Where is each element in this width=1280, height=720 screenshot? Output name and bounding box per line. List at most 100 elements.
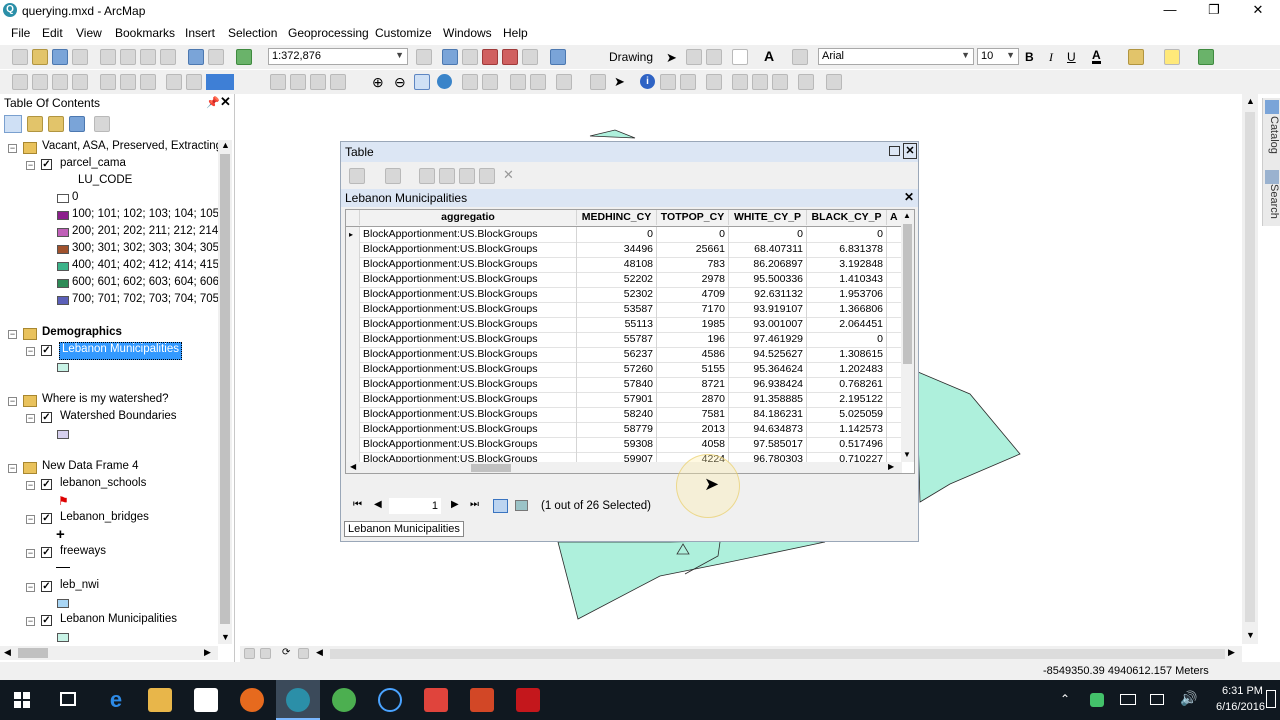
close-tab-icon[interactable]: ✕ [904,190,914,204]
show-all-records-icon[interactable] [493,499,508,513]
table-cell[interactable]: 2.064451 [807,317,887,332]
collapse-icon[interactable]: − [26,515,35,524]
font-combo[interactable]: Arial ▼ [818,48,974,65]
rotate-icon[interactable] [686,49,702,65]
layer-visibility-checkbox[interactable]: ✓ [41,345,52,356]
layer-visibility-checkbox[interactable]: ✓ [41,615,52,626]
acrobat-icon[interactable] [516,688,540,712]
minimize-button[interactable]: — [1148,0,1192,22]
layer-lebanon-municipalities[interactable]: Lebanon Municipalities [60,613,177,629]
clear-selection-icon[interactable] [459,168,475,184]
toc-horizontal-scrollbar[interactable]: ◀ ▶ [0,646,218,660]
layer-visibility-checkbox[interactable]: ✓ [41,159,52,170]
table-cell[interactable]: 68.407311 [729,242,807,257]
bold-button[interactable]: B [1025,50,1034,64]
table-cell[interactable]: 2.195122 [807,392,887,407]
table-cell[interactable]: 48108 [577,257,657,272]
table-tab-lebanon[interactable]: Lebanon Municipalities [344,521,464,537]
table-cell[interactable]: 1.308615 [807,347,887,362]
table-cell[interactable]: 96.938424 [729,377,807,392]
new-text-icon[interactable]: A [764,48,774,64]
pause-drawing-icon[interactable] [298,648,309,659]
table-cell[interactable]: 2013 [657,422,729,437]
table-cell[interactable]: 783 [657,257,729,272]
catalog-tab[interactable]: Catalog [1264,116,1280,166]
switch-selection-icon[interactable] [439,168,455,184]
layer-lebanon-municipalities-selected[interactable]: Lebanon Municipalities [59,342,182,360]
data-frame-watershed[interactable]: Where is my watershed? [42,393,169,409]
layer-parcel-cama[interactable]: parcel_cama [60,157,126,173]
next-record-icon[interactable]: ▶ [451,499,459,510]
row-selector[interactable] [346,272,360,287]
table-options-icon[interactable] [349,168,365,184]
table-row[interactable]: BlockApportionment:US.BlockGroups 59308 40… [346,437,902,453]
data-frame-demographics[interactable]: Demographics [42,326,122,342]
table-cell[interactable]: 7170 [657,302,729,317]
straight-segment-icon[interactable] [72,74,88,90]
viewer-window-icon[interactable] [826,74,842,90]
table-cell[interactable]: 1985 [657,317,729,332]
action-center-icon[interactable] [1266,690,1276,708]
table-row[interactable]: BlockApportionment:US.BlockGroups 56237 45… [346,347,902,363]
list-by-visibility-icon[interactable] [48,116,64,132]
table-cell[interactable]: 34496 [577,242,657,257]
table-cell[interactable]: 4586 [657,347,729,362]
save-icon[interactable] [52,49,68,65]
scroll-up-icon[interactable]: ▲ [1246,96,1255,106]
drawing-menu[interactable]: Drawing [609,50,653,64]
delete-icon[interactable] [160,49,176,65]
store-icon[interactable] [194,688,218,712]
layer-visibility-checkbox[interactable]: ✓ [41,479,52,490]
measure-icon[interactable] [706,74,722,90]
battery-icon[interactable] [1120,694,1136,705]
line-color-icon[interactable] [1164,49,1180,65]
layer-select-icon[interactable] [186,74,202,90]
table-cell[interactable]: BlockApportionment:US.BlockGroups [360,407,577,422]
table-cell[interactable]: BlockApportionment:US.BlockGroups [360,362,577,377]
data-frame-vacant[interactable]: Vacant, ASA, Preserved, Extracting [42,140,222,156]
search-window-icon[interactable] [482,49,498,65]
scroll-down-icon[interactable]: ▼ [1246,630,1255,640]
undo-icon[interactable] [188,49,204,65]
table-cell[interactable]: 4709 [657,287,729,302]
table-cell[interactable]: 0 [657,227,729,242]
table-cell[interactable]: 1.142573 [807,422,887,437]
scroll-left-icon[interactable]: ◀ [4,647,11,658]
table-cell[interactable]: 25661 [657,242,729,257]
editor-icon[interactable] [12,74,28,90]
table-row[interactable]: BlockApportionment:US.BlockGroups 55787 19… [346,332,902,348]
layer-visibility-checkbox[interactable]: ✓ [41,581,52,592]
underline-button[interactable]: U [1067,50,1076,64]
table-row[interactable]: BlockApportionment:US.BlockGroups 58779 20… [346,422,902,438]
rectangle-icon[interactable] [732,49,748,65]
select-by-attributes-icon[interactable] [419,168,435,184]
table-cell[interactable]: BlockApportionment:US.BlockGroups [360,422,577,437]
column-header[interactable]: BLACK_CY_P [807,210,887,225]
arctoolbox-icon[interactable] [502,49,518,65]
table-cell[interactable]: 91.358885 [729,392,807,407]
table-cell[interactable]: 92.631132 [729,287,807,302]
scroll-thumb[interactable] [220,154,230,624]
table-cell[interactable]: 97.461929 [729,332,807,347]
scroll-thumb[interactable] [330,649,1225,659]
marker-color-icon[interactable] [1198,49,1214,65]
table-cell[interactable]: 95.500336 [729,272,807,287]
collapse-icon[interactable]: − [26,161,35,170]
table-cell[interactable]: 56237 [577,347,657,362]
row-selector[interactable] [346,302,360,317]
first-record-icon[interactable]: ⏮ [353,499,362,510]
table-cell[interactable]: BlockApportionment:US.BlockGroups [360,332,577,347]
volume-icon[interactable]: 🔊 [1180,690,1197,707]
collapse-icon[interactable]: − [26,549,35,558]
table-cell[interactable]: 0 [577,227,657,242]
collapse-icon[interactable]: − [26,414,35,423]
list-by-selection-icon[interactable] [69,116,85,132]
scroll-right-icon[interactable]: ▶ [1228,647,1235,658]
table-cell[interactable]: 93.001007 [729,317,807,332]
table-cell[interactable]: 0.517496 [807,437,887,452]
chrome-icon[interactable] [332,688,356,712]
edit-vertices-icon[interactable] [792,49,808,65]
color-swatch-icon[interactable] [206,74,234,90]
row-selector[interactable] [346,422,360,437]
table-cell[interactable]: BlockApportionment:US.BlockGroups [360,272,577,287]
